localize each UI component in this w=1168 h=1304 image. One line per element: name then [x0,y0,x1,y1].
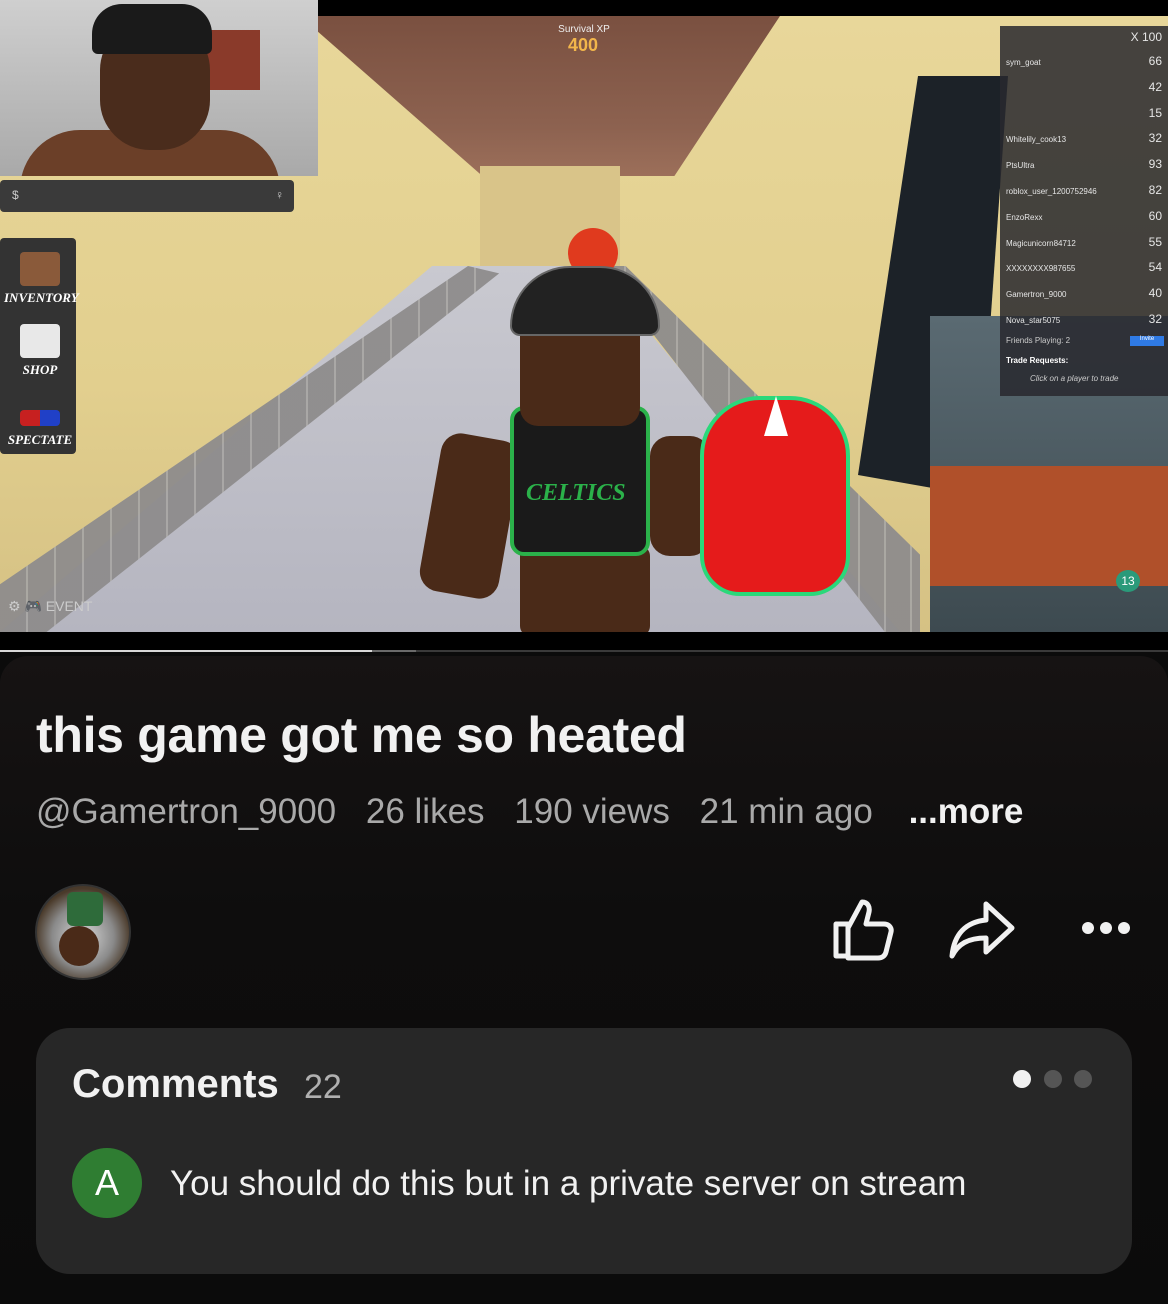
leaderboard-row: Magicunicorn84712 55 [1006,233,1166,257]
leaderboard-player-score: 66 [1148,54,1162,68]
webcam-overlay [0,0,318,176]
sidebar-label: SHOP [22,362,58,377]
streamer-bandana [92,4,212,54]
leaderboard: X 100 sym_goat 66 42 15 Whitelily_cook13 32 Pt… [1000,26,1168,396]
chat-left-icon: $ [12,188,19,202]
video-progress-bar[interactable] [0,650,1168,652]
leaderboard-player-score: 32 [1148,312,1162,326]
leaderboard-row: 42 [1006,78,1166,102]
leaderboard-player-score: 82 [1148,183,1162,197]
pager-dot [1074,1070,1092,1088]
leaderboard-row: Gamertron_9000 40 [1006,284,1166,308]
leaderboard-player-name: Gamertron_9000 [1006,290,1067,300]
leaderboard-row: Nova_star5075 32 [1006,310,1166,334]
sidebar-item-shop: SHOP [4,318,76,380]
leaderboard-player-score: 55 [1148,234,1162,249]
like-count: 26 likes [365,792,485,831]
sidebar-item-spectate: SPECTATE [4,388,76,450]
leaderboard-player-name: XXXXXXXX987655 [1006,264,1076,274]
channel-handle[interactable]: @Gamertron_9000 [36,792,336,831]
leaderboard-player-name: Whitelily_cook13 [1006,135,1067,145]
leaderboard-player-name: Nova_star5075 [1006,316,1061,325]
3d-glasses-icon [20,410,60,426]
comments-card[interactable]: Comments 22 A You should do this but in … [36,1028,1132,1274]
leaderboard-player-score: 32 [1148,131,1162,146]
sidebar-label: INVENTORY [4,290,79,305]
red-character-spike [764,396,788,436]
leaderboard-player-score: 40 [1148,286,1162,301]
video-meta: @Gamertron_9000 26 likes 190 views 21 mi… [36,792,1043,832]
commenter-avatar: A [72,1148,142,1218]
friends-playing: Friends Playing: 2 [1006,336,1071,345]
game-chat-bar: $ ♀ [0,180,294,212]
avatar-jersey: CELTICS [510,406,650,556]
leaderboard-header-value: X 100 [1130,30,1162,44]
orange-floor [930,466,1168,586]
game-sidebar: INVENTORY SHOP SPECTATE [0,238,79,454]
leaderboard-player-score: 42 [1148,79,1162,94]
pager-dot-active [1013,1070,1032,1088]
more-options-button[interactable] [1066,888,1146,968]
coin-counter: 13 [1116,570,1140,592]
leaderboard-player-score: 60 [1148,208,1162,223]
leaderboard-row: roblox_user_1200752946 82 [1006,181,1166,205]
trade-requests: Trade Requests: [1006,356,1069,365]
trade-hint: Click on a player to trade [1030,374,1119,383]
leaderboard-header: X 100 [1006,28,1166,52]
leaderboard-player-score: 15 [1148,105,1162,120]
leaderboard-row: Whitelily_cook13 32 [1006,129,1166,153]
leaderboard-row: 15 [1006,104,1166,128]
money-bag-icon [20,324,60,358]
jersey-text: CELTICS [526,480,626,506]
comments-pager [1005,1070,1092,1093]
leaderboard-player-name: sym_goat [1006,58,1041,67]
thumbs-up-icon [833,899,894,961]
pager-dot [1043,1070,1062,1088]
video-info-panel: this game got me so heated @Gamertron_90… [0,656,1168,1304]
xp-label: Survival XP [558,24,610,35]
video-player[interactable]: CELTICS Survival XP 400 $ ♀ INVENTORY SH… [0,0,1168,652]
more-button[interactable]: ...more [909,792,1024,831]
chat-right-icon: ♀ [275,188,284,202]
progress-played [0,650,374,652]
leaderboard-player-name: roblox_user_1200752946 [1006,187,1097,196]
leaderboard-row: EnzoRexx 60 [1006,207,1166,231]
leaderboard-player-score: 93 [1148,157,1162,172]
leaderboard-player-name: PtsUltra [1006,161,1035,171]
comments-heading: Comments [72,1062,279,1106]
game-bottom-icons: ⚙ 🎮 EVENT [8,598,93,614]
avatar-legs [520,546,650,632]
player-avatar: CELTICS [416,266,710,632]
channel-avatar[interactable] [35,884,131,980]
leaderboard-player-score: 54 [1148,260,1162,275]
leaderboard-player-name: EnzoRexx [1006,212,1043,222]
sidebar-item-inventory: INVENTORY [4,246,79,308]
like-button[interactable] [822,888,902,968]
leaderboard-row: PtsUltra 93 [1006,155,1166,179]
video-title[interactable]: this game got me so heated [36,706,687,764]
comments-count: 22 [304,1068,342,1106]
avatar-hat [67,892,103,926]
crate-icon [20,252,60,286]
invite-button: Invite [1130,336,1164,346]
more-icon [1082,922,1130,934]
leaderboard-row: sym_goat 66 [1006,52,1166,76]
share-icon [949,901,1015,959]
upload-age: 21 min ago [699,792,873,831]
sidebar-label: SPECTATE [7,432,73,447]
view-count: 190 views [514,792,670,831]
avatar-face [59,926,99,966]
leaderboard-row: XXXXXXXX987655 54 [1006,258,1166,282]
avatar-arm [416,430,524,602]
comment-text: You should do this but in a private serv… [170,1164,967,1203]
progress-buffered [372,650,416,652]
share-button[interactable] [942,888,1022,968]
leaderboard-player-name: Magicunicorn84712 [1006,238,1076,248]
